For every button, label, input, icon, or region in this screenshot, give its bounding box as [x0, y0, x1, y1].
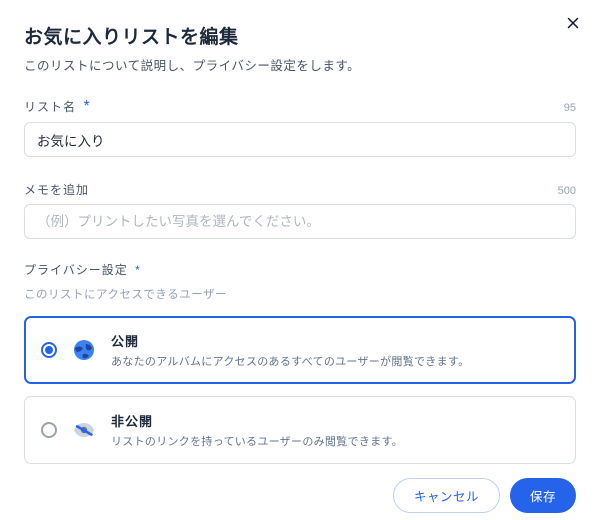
- dialog-title: お気に入りリストを編集: [24, 22, 576, 49]
- edit-list-dialog: お気に入りリストを編集 このリストについて説明し、プライバシー設定をします。 リ…: [0, 0, 600, 520]
- required-marker: *: [83, 98, 89, 115]
- option-title: 非公開: [111, 411, 559, 430]
- list-name-field: リスト名 * 95: [24, 98, 576, 157]
- list-name-input[interactable]: [24, 122, 576, 157]
- save-button[interactable]: 保存: [510, 478, 576, 513]
- privacy-sublabel: このリストにアクセスできるユーザー: [24, 286, 576, 302]
- dialog-footer: キャンセル 保存: [24, 464, 576, 513]
- memo-count: 500: [558, 185, 576, 197]
- radio-private[interactable]: [41, 422, 57, 438]
- option-title: 公開: [111, 331, 559, 350]
- eye-off-icon: [71, 417, 97, 443]
- cancel-button[interactable]: キャンセル: [393, 478, 500, 513]
- privacy-section: プライバシー設定 *: [24, 261, 576, 278]
- privacy-options: 公開 あなたのアルバムにアクセスのあるすべてのユーザーが閲覧できます。 非公開 …: [24, 316, 576, 464]
- globe-icon: [71, 337, 97, 363]
- close-icon: [564, 14, 582, 32]
- option-desc: あなたのアルバムにアクセスのあるすべてのユーザーが閲覧できます。: [111, 353, 559, 369]
- memo-field: メモを追加 500: [24, 181, 576, 239]
- privacy-option-private[interactable]: 非公開 リストのリンクを持っているユーザーのみ閲覧できます。: [24, 396, 576, 464]
- required-marker: *: [135, 263, 141, 277]
- dialog-subtitle: このリストについて説明し、プライバシー設定をします。: [24, 55, 576, 74]
- memo-input[interactable]: [24, 204, 576, 239]
- option-desc: リストのリンクを持っているユーザーのみ閲覧できます。: [111, 433, 559, 449]
- radio-public[interactable]: [41, 342, 57, 358]
- list-name-count: 95: [564, 102, 576, 114]
- close-button[interactable]: [564, 14, 584, 34]
- memo-label: メモを追加: [24, 181, 89, 198]
- privacy-option-public[interactable]: 公開 あなたのアルバムにアクセスのあるすべてのユーザーが閲覧できます。: [24, 316, 576, 384]
- list-name-label: リスト名: [24, 100, 76, 114]
- privacy-label: プライバシー設定: [24, 263, 128, 277]
